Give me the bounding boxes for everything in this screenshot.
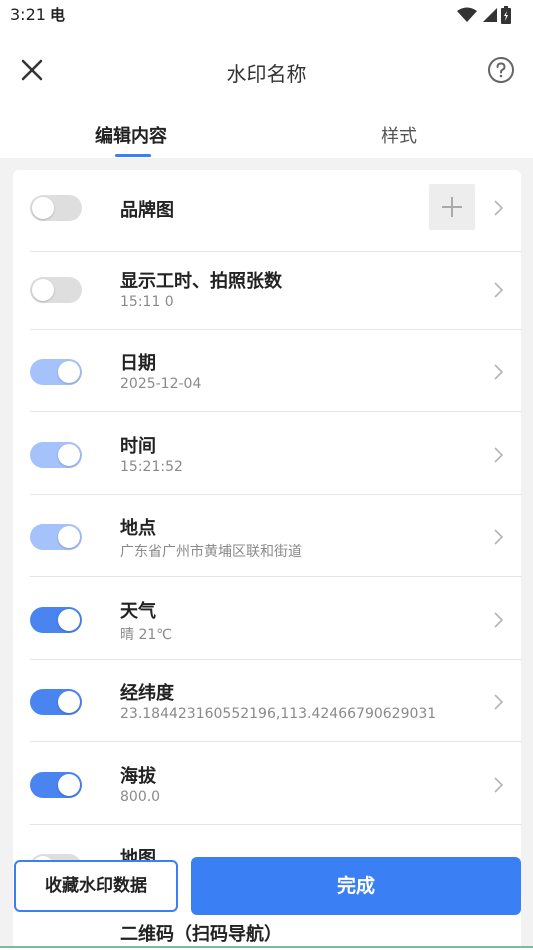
toggle-knob: [58, 774, 80, 796]
chevron-right-icon: [494, 694, 504, 710]
help-icon: [488, 57, 514, 83]
list-item[interactable]: 海拔 800.0: [13, 743, 521, 825]
toggle-switch[interactable]: [30, 195, 82, 221]
item-subtitle: 23.184423160552196,113.42466790629031: [120, 706, 437, 722]
page-title: 水印名称: [226, 62, 307, 86]
toggle-knob: [58, 444, 80, 466]
list-item[interactable]: 地点 广东省广州市黄埔区联和街道: [13, 495, 521, 577]
status-bar: 3:21 电: [0, 0, 533, 30]
item-title: 海拔: [120, 766, 156, 787]
divider: [30, 576, 521, 577]
divider: [30, 741, 521, 742]
list-item[interactable]: 日期 2025-12-04: [13, 330, 521, 412]
toggle-knob: [32, 279, 54, 301]
bottom-action-bar: 收藏水印数据 完成: [0, 852, 533, 948]
item-title: 时间: [120, 436, 156, 457]
list-item[interactable]: 经纬度 23.184423160552196,113.4246679062903…: [13, 660, 521, 742]
status-icons: [457, 6, 511, 24]
tab-bar: 编辑内容 样式: [0, 112, 533, 158]
toggle-switch[interactable]: [30, 277, 82, 303]
item-title: 经纬度: [120, 683, 174, 704]
toggle-switch[interactable]: [30, 689, 82, 715]
toggle-knob: [58, 609, 80, 631]
item-title: 显示工时、拍照张数: [120, 271, 282, 292]
chevron-right-icon: [494, 282, 504, 298]
list-item[interactable]: 品牌图: [13, 170, 521, 252]
plus-icon: [442, 197, 462, 217]
done-button[interactable]: 完成: [191, 857, 521, 915]
item-subtitle: 晴 21℃: [120, 627, 172, 643]
item-title: 品牌图: [120, 200, 174, 221]
tab-active-indicator: [115, 154, 151, 157]
status-time: 3:21: [10, 5, 46, 24]
item-subtitle: 800.0: [120, 789, 161, 805]
chevron-right-icon: [494, 777, 504, 793]
toggle-switch[interactable]: [30, 442, 82, 468]
header: 水印名称: [0, 40, 533, 100]
item-title: 地点: [120, 518, 156, 539]
battery-icon: [501, 6, 511, 24]
toggle-switch[interactable]: [30, 607, 82, 633]
item-subtitle: 2025-12-04: [120, 376, 202, 392]
toggle-knob: [58, 691, 80, 713]
item-subtitle: 15:11 0: [120, 294, 174, 310]
item-subtitle: 15:21:52: [120, 459, 183, 475]
toggle-switch[interactable]: [30, 359, 82, 385]
toggle-switch[interactable]: [30, 772, 82, 798]
signal-icon: [483, 8, 497, 22]
tab-edit-content[interactable]: 编辑内容: [95, 122, 167, 148]
settings-list: 品牌图 显示工时、拍照张数 15:11 0 日期 2025-12-04 时间 1…: [13, 170, 521, 950]
add-image-button[interactable]: [429, 184, 475, 230]
chevron-right-icon: [494, 447, 504, 463]
list-item[interactable]: 天气 晴 21℃: [13, 578, 521, 660]
help-button[interactable]: [487, 56, 515, 84]
toggle-knob: [58, 526, 80, 548]
item-title: 天气: [120, 601, 156, 622]
tab-style[interactable]: 样式: [381, 122, 417, 148]
divider: [30, 411, 521, 412]
item-subtitle: 广东省广州市黄埔区联和街道: [120, 544, 302, 560]
list-item[interactable]: 显示工时、拍照张数 15:11 0: [13, 248, 521, 330]
chevron-right-icon: [494, 612, 504, 628]
chevron-right-icon: [494, 200, 504, 216]
toggle-knob: [58, 361, 80, 383]
wifi-icon: [457, 7, 477, 22]
list-item[interactable]: 时间 15:21:52: [13, 413, 521, 495]
save-watermark-data-button[interactable]: 收藏水印数据: [14, 860, 178, 912]
chevron-right-icon: [494, 529, 504, 545]
notification-icon: 电: [50, 6, 66, 24]
item-title: 日期: [120, 353, 156, 374]
toggle-knob: [32, 197, 54, 219]
chevron-right-icon: [494, 364, 504, 380]
toggle-switch[interactable]: [30, 524, 82, 550]
